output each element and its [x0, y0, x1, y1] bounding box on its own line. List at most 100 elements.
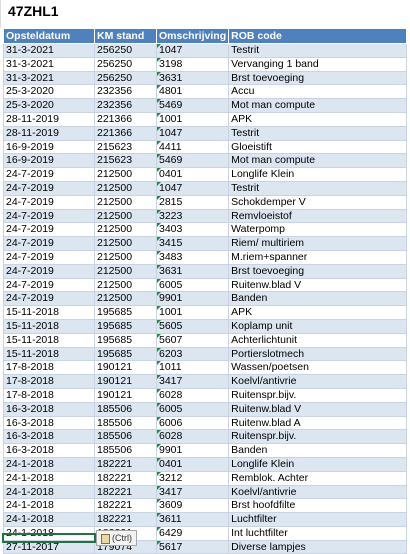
paste-options-button[interactable]: (Ctrl)	[96, 530, 137, 546]
cell-km-stand[interactable]: 212500	[94, 194, 157, 210]
cell-opsteldatum[interactable]: 24-7-2019	[3, 263, 95, 279]
cell-opsteldatum[interactable]: 16-3-2018	[3, 401, 95, 417]
cell-rob-code[interactable]: Wassen/poetsen	[228, 360, 408, 376]
cell-omschrijving[interactable]: 3198	[155, 56, 230, 72]
cell-omschrijving[interactable]: 5617	[155, 539, 230, 554]
cell-rob-code[interactable]: Longlife Klein	[228, 167, 408, 182]
cell-opsteldatum[interactable]: 24-7-2019	[3, 167, 95, 182]
cell-omschrijving[interactable]: 0401	[155, 456, 230, 472]
cell-km-stand[interactable]: 190121	[94, 360, 157, 376]
cell-rob-code[interactable]: Mot man compute	[228, 153, 408, 169]
cell-km-stand[interactable]: 182221	[94, 512, 157, 527]
cell-rob-code[interactable]: Longlife Klein	[228, 456, 408, 472]
cell-rob-code[interactable]: Waterpomp	[228, 222, 408, 238]
cell-opsteldatum[interactable]: 16-3-2018	[3, 429, 95, 445]
cell-opsteldatum[interactable]: 24-7-2019	[3, 291, 95, 307]
cell-rob-code[interactable]: Gloeistift	[228, 139, 408, 155]
cell-rob-code[interactable]: Testrit	[228, 43, 408, 58]
cell-omschrijving[interactable]: 3415	[155, 236, 230, 251]
cell-opsteldatum[interactable]: 24-7-2019	[3, 194, 95, 210]
cell-omschrijving[interactable]: 9901	[155, 443, 230, 458]
cell-km-stand[interactable]: 221366	[94, 125, 157, 141]
cell-km-stand[interactable]: 195685	[94, 318, 157, 334]
cell-km-stand[interactable]: 185506	[94, 401, 157, 417]
cell-km-stand[interactable]: 195685	[94, 305, 157, 320]
cell-rob-code[interactable]: Diverse lampjes	[228, 539, 408, 554]
cell-opsteldatum[interactable]: 17-8-2018	[3, 374, 95, 389]
cell-km-stand[interactable]: 212500	[94, 208, 157, 224]
cell-rob-code[interactable]: Remvloeistof	[228, 208, 408, 224]
cell-km-stand[interactable]: 212500	[94, 249, 157, 265]
column-header-opsteldatum[interactable]: Opsteldatum	[3, 28, 95, 44]
cell-omschrijving[interactable]: 3609	[155, 498, 230, 514]
cell-opsteldatum[interactable]: 24-1-2018	[3, 512, 95, 527]
cell-km-stand[interactable]: 256250	[94, 43, 157, 58]
cell-omschrijving[interactable]: 6006	[155, 415, 230, 431]
cell-rob-code[interactable]: Int luchtfilter	[228, 525, 408, 541]
cell-omschrijving[interactable]: 5469	[155, 98, 230, 113]
cell-opsteldatum[interactable]: 24-7-2019	[3, 249, 95, 265]
column-header-omschrijving[interactable]: Omschrijving	[155, 28, 230, 44]
cell-omschrijving[interactable]: 3223	[155, 208, 230, 224]
cell-opsteldatum[interactable]: 15-11-2018	[3, 346, 95, 362]
cell-omschrijving[interactable]: 6203	[155, 346, 230, 362]
cell-omschrijving[interactable]: 6005	[155, 401, 230, 417]
cell-omschrijving[interactable]: 3631	[155, 263, 230, 279]
cell-km-stand[interactable]: 232356	[94, 84, 157, 100]
cell-opsteldatum[interactable]: 16-9-2019	[3, 139, 95, 155]
cell-omschrijving[interactable]: 1047	[155, 180, 230, 196]
cell-omschrijving[interactable]: 1047	[155, 125, 230, 141]
cell-omschrijving[interactable]: 5469	[155, 153, 230, 169]
cell-rob-code[interactable]: Ruitenw.blad V	[228, 401, 408, 417]
cell-omschrijving[interactable]: 6028	[155, 429, 230, 445]
cell-omschrijving[interactable]: 1011	[155, 360, 230, 376]
cell-omschrijving[interactable]: 3611	[155, 512, 230, 527]
cell-opsteldatum[interactable]: 31-3-2021	[3, 70, 95, 86]
cell-km-stand[interactable]: 212500	[94, 236, 157, 251]
cell-opsteldatum[interactable]: 25-3-2020	[3, 98, 95, 113]
cell-opsteldatum[interactable]: 24-1-2018	[3, 456, 95, 472]
cell-rob-code[interactable]: Testrit	[228, 180, 408, 196]
cell-rob-code[interactable]: APK	[228, 305, 408, 320]
cell-opsteldatum[interactable]: 15-11-2018	[3, 318, 95, 334]
cell-km-stand[interactable]: 190121	[94, 387, 157, 403]
cell-km-stand[interactable]: 215623	[94, 153, 157, 169]
cell-km-stand[interactable]: 185506	[94, 443, 157, 458]
cell-rob-code[interactable]: Ruitenw.blad A	[228, 415, 408, 431]
cell-km-stand[interactable]: 212500	[94, 291, 157, 307]
cell-rob-code[interactable]: Schokdemper V	[228, 194, 408, 210]
cell-omschrijving[interactable]: 1001	[155, 305, 230, 320]
cell-rob-code[interactable]: Riem/ multiriem	[228, 236, 408, 251]
cell-omschrijving[interactable]: 6028	[155, 387, 230, 403]
cell-opsteldatum[interactable]: 16-3-2018	[3, 415, 95, 431]
cell-omschrijving[interactable]: 1001	[155, 111, 230, 127]
cell-omschrijving[interactable]: 0401	[155, 167, 230, 182]
cell-km-stand[interactable]: 195685	[94, 332, 157, 348]
cell-rob-code[interactable]: Banden	[228, 443, 408, 458]
cell-rob-code[interactable]: Koplamp unit	[228, 318, 408, 334]
cell-km-stand[interactable]: 182221	[94, 456, 157, 472]
cell-rob-code[interactable]: Brst toevoeging	[228, 70, 408, 86]
cell-omschrijving[interactable]: 3631	[155, 70, 230, 86]
cell-km-stand[interactable]: 212500	[94, 167, 157, 182]
cell-opsteldatum[interactable]: 24-7-2019	[3, 222, 95, 238]
cell-opsteldatum[interactable]: 31-3-2021	[3, 56, 95, 72]
cell-km-stand[interactable]: 256250	[94, 56, 157, 72]
column-header-km-stand[interactable]: KM stand	[94, 28, 157, 44]
cell-rob-code[interactable]: Mot man compute	[228, 98, 408, 113]
cell-omschrijving[interactable]: 6429	[155, 525, 230, 541]
cell-rob-code[interactable]: Testrit	[228, 125, 408, 141]
cell-opsteldatum[interactable]: 17-8-2018	[3, 387, 95, 403]
cell-opsteldatum[interactable]: 16-3-2018	[3, 443, 95, 458]
cell-omschrijving[interactable]: 1047	[155, 43, 230, 58]
cell-km-stand[interactable]: 256250	[94, 70, 157, 86]
cell-omschrijving[interactable]: 3417	[155, 374, 230, 389]
cell-opsteldatum[interactable]: 24-7-2019	[3, 208, 95, 224]
cell-km-stand[interactable]: 182221	[94, 484, 157, 500]
cell-opsteldatum[interactable]: 24-1-2018	[3, 484, 95, 500]
cell-opsteldatum[interactable]: 24-1-2018	[3, 470, 95, 486]
cell-rob-code[interactable]: Portierslotmech	[228, 346, 408, 362]
cell-opsteldatum[interactable]: 24-1-2018	[3, 498, 95, 514]
cell-rob-code[interactable]: APK	[228, 111, 408, 127]
cell-opsteldatum[interactable]: 25-3-2020	[3, 84, 95, 100]
